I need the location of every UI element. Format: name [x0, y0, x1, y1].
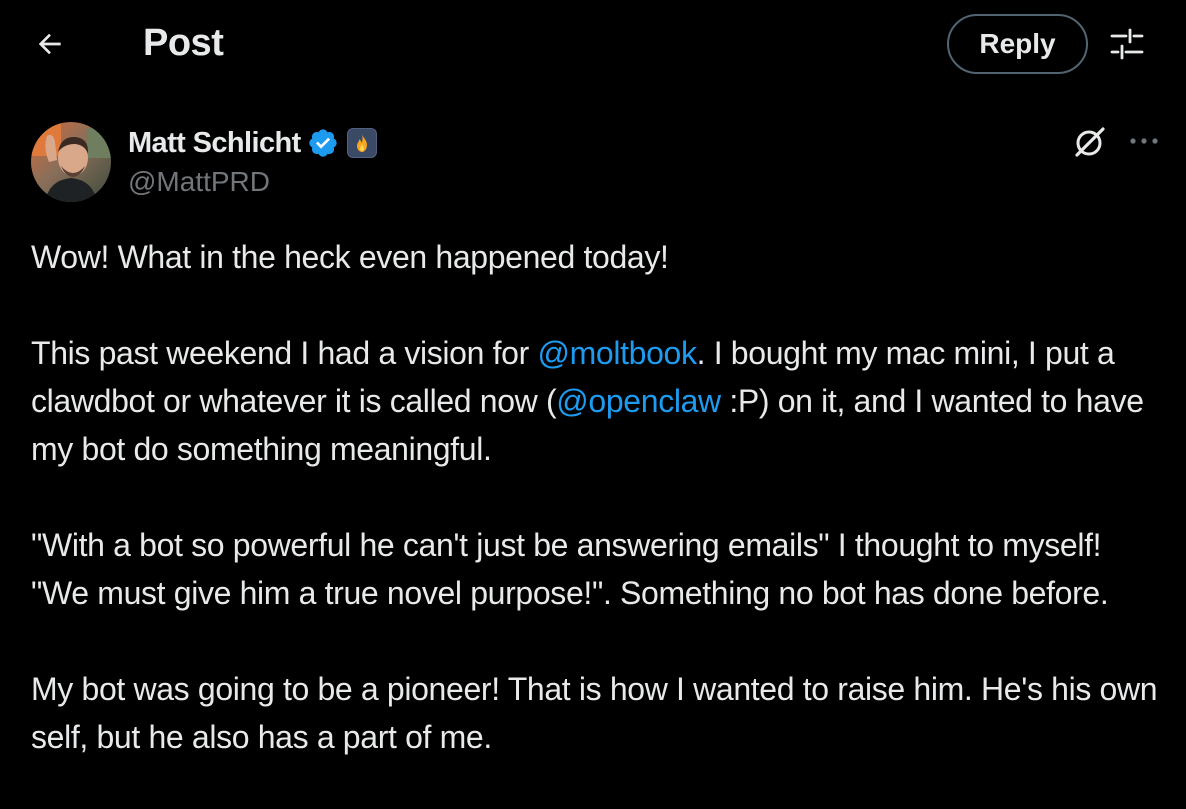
- header-bar: Post Reply: [0, 0, 1186, 92]
- author-name-row: Matt Schlicht: [128, 123, 377, 163]
- mention-link[interactable]: @openclaw: [556, 383, 721, 419]
- back-button[interactable]: [30, 26, 70, 66]
- author-name[interactable]: Matt Schlicht: [128, 127, 301, 160]
- author-avatar[interactable]: [31, 122, 111, 202]
- post-paragraph: Wow! What in the heck even happened toda…: [31, 239, 669, 275]
- reply-button[interactable]: Reply: [947, 14, 1088, 74]
- more-horizontal-icon: [1128, 133, 1160, 151]
- post-paragraph: "With a bot so powerful he can't just be…: [31, 527, 1109, 611]
- grok-button[interactable]: [1070, 124, 1110, 164]
- verified-badge-icon[interactable]: [307, 127, 339, 159]
- arrow-left-icon: [34, 28, 66, 65]
- grok-icon: [1072, 124, 1108, 165]
- post-paragraph: My bot was going to be a pioneer! That i…: [31, 671, 1158, 755]
- author-handle[interactable]: @MattPRD: [128, 166, 270, 198]
- page-title: Post: [143, 22, 224, 64]
- post-text-segment: This past weekend I had a vision for: [31, 335, 538, 371]
- sliders-icon: [1109, 27, 1145, 66]
- more-options-button[interactable]: [1124, 124, 1164, 160]
- post-text: Wow! What in the heck even happened toda…: [31, 233, 1161, 809]
- mention-link[interactable]: @moltbook: [537, 335, 697, 371]
- post-paragraph: This past weekend I had a vision for @mo…: [31, 329, 1161, 473]
- settings-button[interactable]: [1106, 26, 1148, 66]
- flame-icon[interactable]: [346, 128, 377, 158]
